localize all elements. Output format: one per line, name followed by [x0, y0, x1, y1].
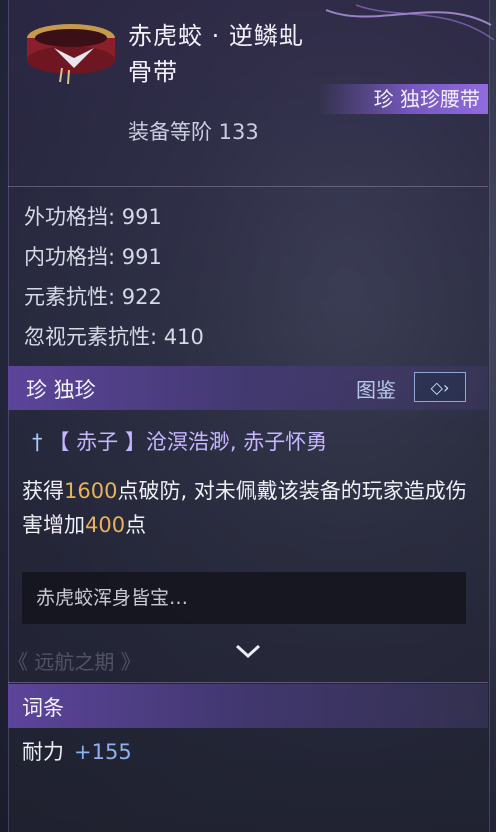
unique-section-label: 珍 独珍 — [26, 378, 96, 402]
catalog-button[interactable]: ◇› — [414, 372, 466, 402]
affix-name: 耐力 — [22, 740, 64, 764]
effect-value: 1600 — [64, 479, 118, 503]
effect-desc-part: 获得 — [22, 479, 64, 503]
divider — [8, 682, 488, 683]
catalog-label[interactable]: 图鉴 — [356, 374, 396, 403]
rarity-badge: 珍 独珍腰带 — [318, 84, 488, 114]
stat-row: 忽视元素抗性: 410 — [24, 325, 204, 349]
dagger-icon: † — [32, 430, 43, 454]
equip-level: 装备等阶 133 — [128, 120, 259, 144]
effect-title-text: 【 赤子 】沧溟浩渺, 赤子怀勇 — [48, 430, 328, 454]
item-name-line1: 赤虎蛟 · 逆鳞虬 — [128, 22, 304, 50]
stat-row: 外功格挡: 991 — [24, 205, 162, 229]
corner-ornament — [325, 4, 495, 41]
effect-desc-part: 点 — [125, 513, 147, 537]
item-name-line2: 骨带 — [128, 58, 178, 86]
lore-text-box[interactable]: 赤虎蛟浑身皆宝… — [22, 572, 466, 624]
affix-section-label: 词条 — [22, 696, 64, 720]
effect-title: † 【 赤子 】沧溟浩渺, 赤子怀勇 — [32, 426, 327, 456]
stat-row: 元素抗性: 922 — [24, 285, 162, 309]
stats-list: 外功格挡: 991 内功格挡: 991 元素抗性: 922 忽视元素抗性: 41… — [24, 200, 204, 360]
chevron-down-icon[interactable] — [234, 640, 262, 662]
belt-item-icon — [27, 24, 115, 84]
stat-row: 内功格挡: 991 — [24, 245, 162, 269]
effect-value: 400 — [85, 513, 126, 537]
divider — [8, 186, 488, 187]
affix-section-header — [8, 684, 488, 728]
effect-description: 获得1600点破防, 对未佩戴该装备的玩家造成伤害增加400点 — [22, 474, 482, 542]
affix-row: 耐力 +155 — [22, 736, 132, 766]
affix-value: +155 — [74, 740, 132, 764]
faded-set-title: 《 远航之期 》 — [8, 650, 141, 674]
